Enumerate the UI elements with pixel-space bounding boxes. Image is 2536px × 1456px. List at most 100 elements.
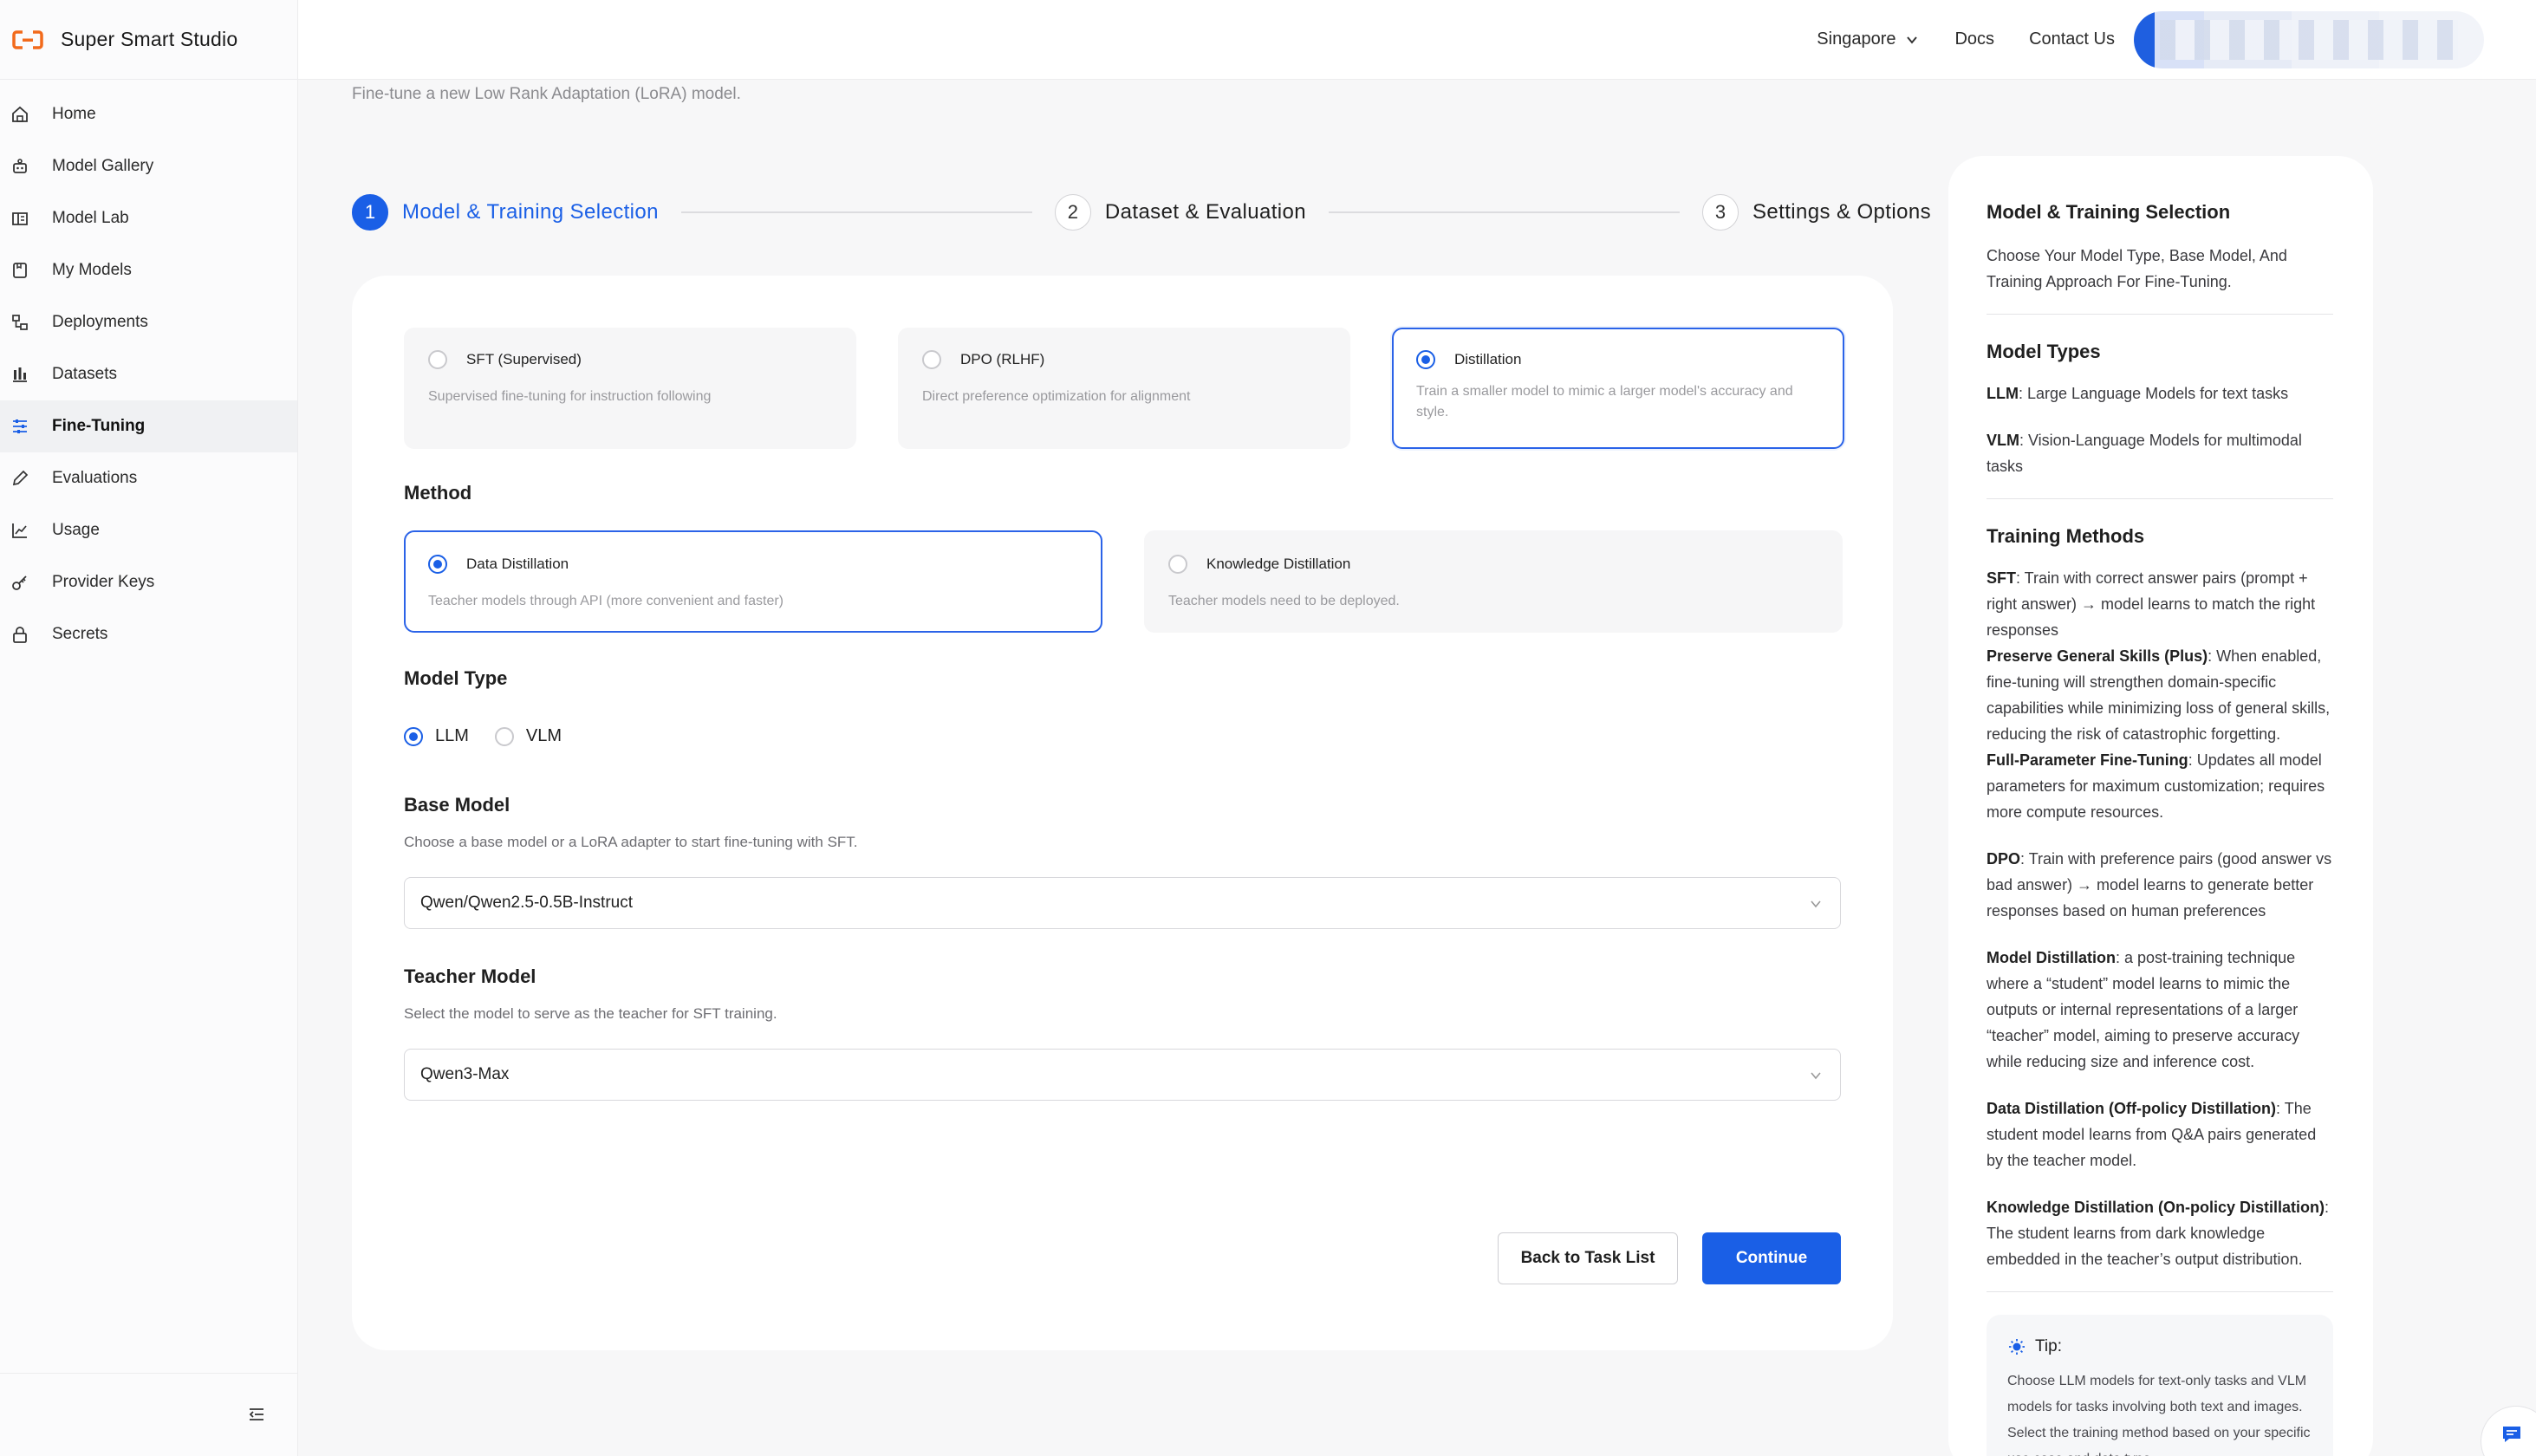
term: Data Distillation (Off-policy Distillati… — [1987, 1100, 2277, 1117]
chevron-down-icon — [1811, 900, 1821, 908]
account-avatar[interactable] — [2134, 10, 2484, 68]
base-model-help: Choose a base model or a LoRA adapter to… — [404, 834, 858, 850]
sidebar-item-usage[interactable]: Usage — [0, 504, 297, 556]
sidebar-item-label: Secrets — [52, 625, 108, 643]
datasets-icon — [13, 367, 27, 382]
sidebar-item-label: Usage — [52, 521, 100, 539]
sidebar-item-provider-keys[interactable]: Provider Keys — [0, 556, 297, 608]
sidebar-item-label: Deployments — [52, 313, 148, 331]
sidebar-item-datasets[interactable]: Datasets — [0, 348, 297, 400]
step-label: Model & Training Selection — [402, 200, 659, 224]
back-to-task-list-button[interactable]: Back to Task List — [1498, 1232, 1678, 1284]
teacher-model-select[interactable]: Qwen3-Max — [404, 1049, 1841, 1101]
sidebar-item-deployments[interactable]: Deployments — [0, 296, 297, 348]
term: Preserve General Skills (Plus) — [1987, 647, 2208, 665]
step-number: 1 — [352, 194, 388, 231]
region-label: Singapore — [1817, 29, 1896, 49]
brand[interactable]: Super Smart Studio — [0, 0, 297, 80]
chevron-down-icon — [1907, 36, 1918, 44]
radio-distillation[interactable] — [1416, 350, 1435, 369]
sliders-icon — [13, 419, 27, 433]
card-title: Distillation — [1454, 351, 1522, 367]
sidebar-item-evaluations[interactable]: Evaluations — [0, 452, 297, 504]
sidebar-item-label: Datasets — [52, 365, 117, 383]
radio-knowledge-distillation[interactable] — [1168, 555, 1187, 574]
training-type-options: SFT (Supervised) Supervised fine-tuning … — [404, 328, 1844, 449]
sidebar: Super Smart Studio Home Model Gallery Mo… — [0, 0, 298, 1456]
collapse-sidebar-icon[interactable] — [247, 1405, 266, 1424]
docs-link[interactable]: Docs — [1954, 29, 1994, 49]
sidebar-item-label: Provider Keys — [52, 573, 155, 591]
page-subtitle: Fine-tune a new Low Rank Adaptation (LoR… — [352, 85, 741, 103]
method-card-data-distillation[interactable]: Data Distillation Teacher models through… — [404, 530, 1102, 633]
term: LLM — [1987, 385, 2019, 402]
term-desc: : Large Language Models for text tasks — [2018, 385, 2289, 402]
logo-icon — [12, 29, 43, 49]
radio-llm[interactable] — [404, 726, 423, 746]
model-type-options: LLM VLM — [404, 726, 562, 746]
guide-panel: Model & Training Selection Choose Your M… — [1948, 156, 2373, 1456]
radio-dpo[interactable] — [922, 350, 941, 369]
sidebar-item-label: Home — [52, 105, 96, 123]
sidebar-item-label: My Models — [52, 261, 132, 279]
sidebar-item-model-gallery[interactable]: Model Gallery — [0, 140, 297, 192]
divider — [1987, 314, 2333, 315]
step-label: Settings & Options — [1752, 200, 1931, 224]
model-type-llm[interactable]: LLM — [404, 726, 469, 746]
lock-icon — [13, 627, 27, 643]
divider — [1987, 1291, 2333, 1292]
sidebar-item-model-lab[interactable]: Model Lab — [0, 192, 297, 244]
radio-sft[interactable] — [428, 350, 447, 369]
card-title: DPO (RLHF) — [960, 351, 1045, 367]
term: VLM — [1987, 432, 2019, 449]
step-2[interactable]: 2 Dataset & Evaluation — [1054, 194, 1307, 231]
term-desc: : a post-training technique where a “stu… — [1987, 949, 2300, 1070]
method-options: Data Distillation Teacher models through… — [404, 530, 1843, 633]
step-1[interactable]: 1 Model & Training Selection — [352, 194, 659, 231]
task-card-sft[interactable]: SFT (Supervised) Supervised fine-tuning … — [404, 328, 856, 449]
select-value: Qwen/Qwen2.5-0.5B-Instruct — [420, 894, 633, 912]
card-title: Data Distillation — [466, 556, 569, 572]
deployments-icon — [12, 315, 28, 330]
sidebar-footer — [0, 1373, 297, 1456]
contact-link[interactable]: Contact Us — [2029, 29, 2115, 49]
tip-body: Choose LLM models for text-only tasks an… — [2007, 1374, 2311, 1456]
card-description: Teacher models need to be deployed. — [1168, 594, 1400, 608]
card-head: DPO (RLHF) — [922, 350, 1326, 369]
step-connector — [1329, 211, 1681, 213]
sidebar-item-my-models[interactable]: My Models — [0, 244, 297, 296]
region-selector[interactable]: Singapore — [1817, 29, 1920, 49]
task-card-distillation[interactable]: Distillation Train a smaller model to mi… — [1392, 328, 1844, 449]
step-label: Dataset & Evaluation — [1104, 200, 1307, 224]
method-title: Method — [404, 482, 472, 504]
guide-knowledge-distillation: Knowledge Distillation (On-policy Distil… — [1987, 1194, 2333, 1272]
card-title: SFT (Supervised) — [466, 351, 582, 367]
step-3[interactable]: 3 Settings & Options — [1702, 194, 1931, 231]
model-type-vlm[interactable]: VLM — [494, 726, 562, 746]
home-icon — [12, 106, 28, 122]
card-description: Supervised fine-tuning for instruction f… — [428, 389, 712, 404]
tip-box: Tip: Choose LLM models for text-only tas… — [1987, 1315, 2333, 1456]
teacher-model-help: Select the model to serve as the teacher… — [404, 1005, 777, 1022]
sidebar-item-label: Evaluations — [52, 469, 138, 487]
chat-icon — [2503, 1427, 2520, 1442]
radio-data-distillation[interactable] — [428, 555, 447, 574]
guide-intro: Choose Your Model Type, Base Model, And … — [1987, 247, 2287, 290]
continue-button[interactable]: Continue — [1702, 1232, 1841, 1284]
form-card: SFT (Supervised) Supervised fine-tuning … — [352, 276, 1893, 1350]
sidebar-item-home[interactable]: Home — [0, 88, 297, 140]
base-model-select[interactable]: Qwen/Qwen2.5-0.5B-Instruct — [404, 877, 1841, 929]
card-head: Knowledge Distillation — [1168, 555, 1818, 574]
guide-data-distillation: Data Distillation (Off-policy Distillati… — [1987, 1095, 2333, 1173]
page: Super Smart Studio Home Model Gallery Mo… — [0, 0, 2536, 1456]
guide-title: Model & Training Selection — [1987, 201, 2231, 223]
sidebar-item-fine-tuning[interactable]: Fine-Tuning — [0, 400, 297, 452]
option-label: LLM — [435, 726, 469, 745]
models-icon — [13, 263, 27, 278]
task-card-dpo[interactable]: DPO (RLHF) Direct preference optimizatio… — [898, 328, 1350, 449]
method-card-knowledge-distillation[interactable]: Knowledge Distillation Teacher models ne… — [1144, 530, 1843, 633]
sidebar-item-secrets[interactable]: Secrets — [0, 608, 297, 660]
select-value: Qwen3-Max — [420, 1065, 510, 1083]
card-head: SFT (Supervised) — [428, 350, 832, 369]
radio-vlm[interactable] — [494, 726, 514, 746]
